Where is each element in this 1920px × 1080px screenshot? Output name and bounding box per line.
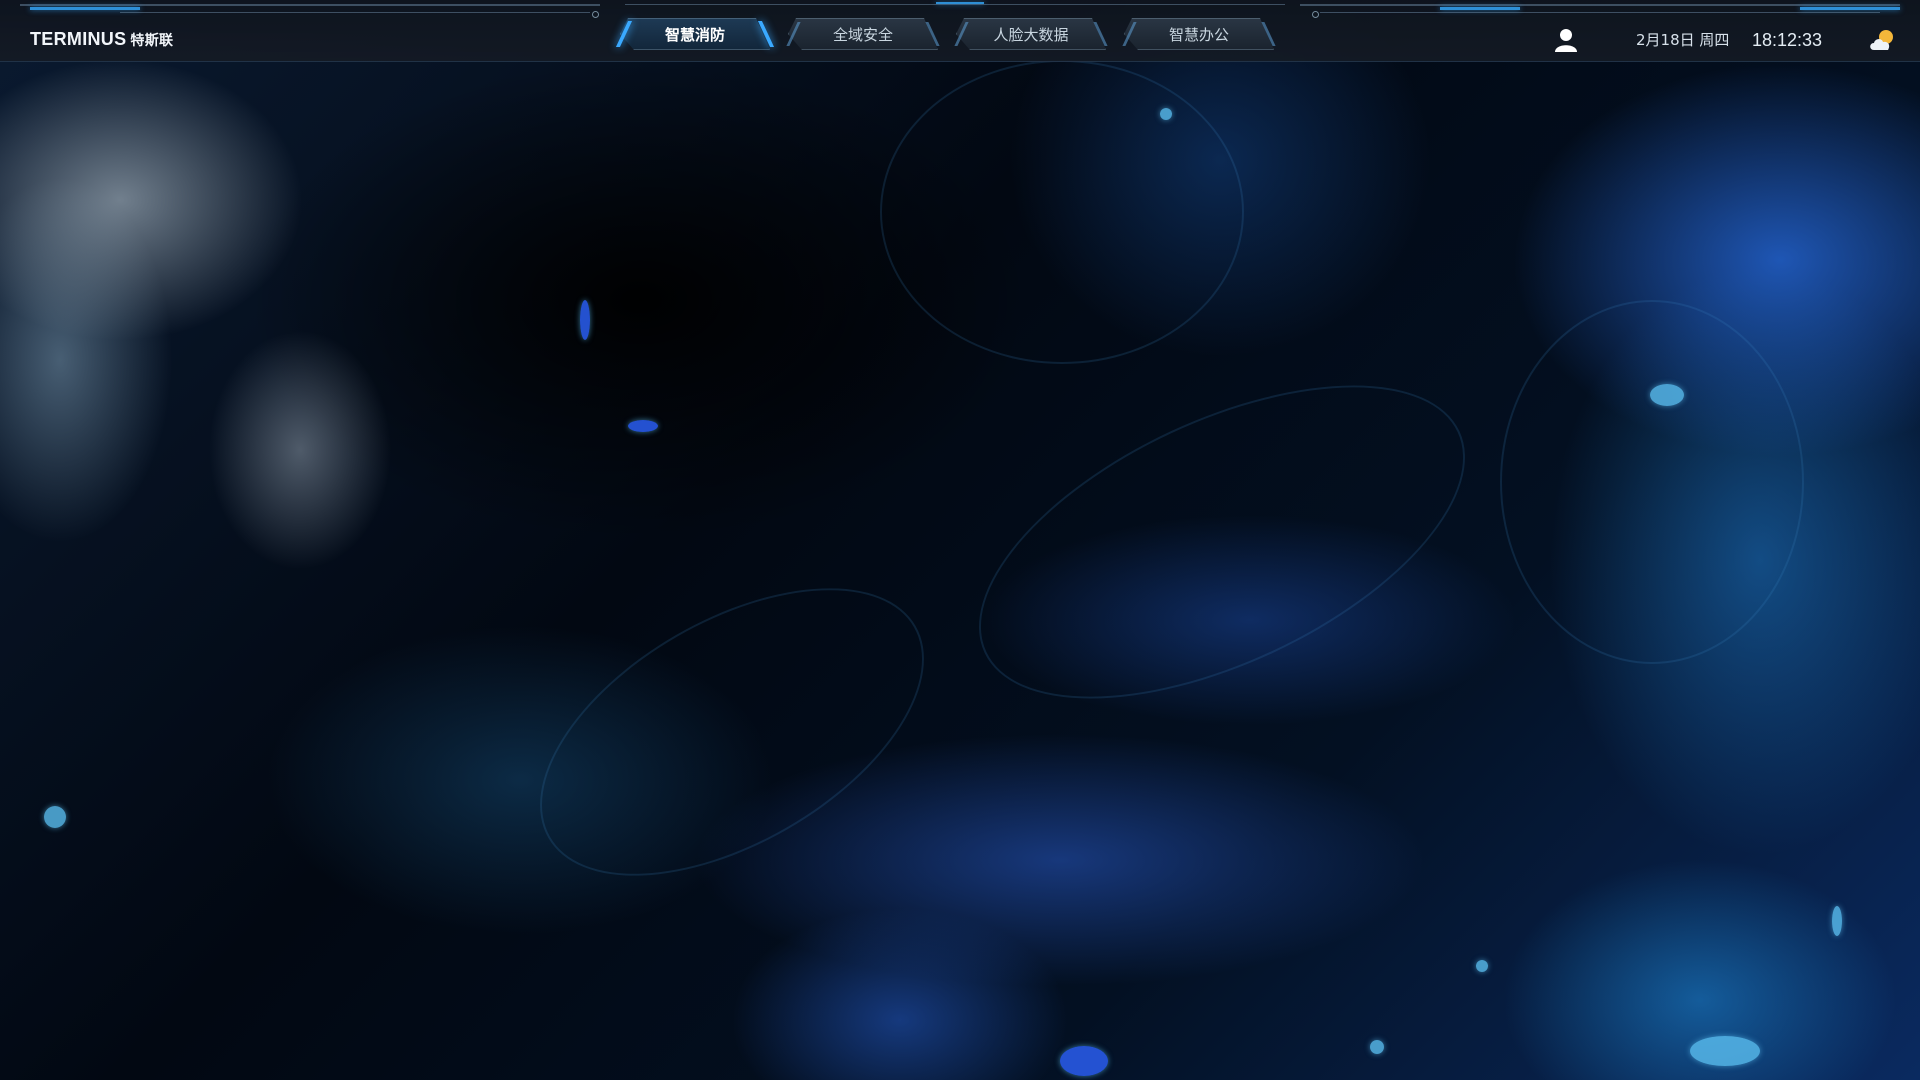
weather-icon-graphic xyxy=(1870,30,1893,50)
tab-label: 智慧办公 xyxy=(1168,25,1229,44)
background-speck xyxy=(580,300,590,340)
header-decor-accent xyxy=(1800,7,1900,10)
tab-label: 全域安全 xyxy=(832,25,893,44)
tab-smart-office[interactable]: 智慧办公 xyxy=(1122,18,1276,50)
background-fluid-art xyxy=(0,0,1920,1080)
header-decor-line xyxy=(1300,4,1900,6)
header-decor-line xyxy=(625,4,1285,5)
partly-cloudy-icon xyxy=(1868,28,1896,52)
background-speck xyxy=(1060,1046,1108,1076)
header-decor-accent xyxy=(936,2,984,4)
top-header-bar: TERMINUS 特斯联 智慧消防 全域安全 人脸大数据 智慧办公 2月18日 … xyxy=(0,0,1920,62)
user-icon-graphic xyxy=(1555,29,1577,52)
user-icon[interactable] xyxy=(1555,28,1577,52)
background-speck xyxy=(1160,108,1172,120)
main-nav: 智慧消防 全域安全 人脸大数据 智慧办公 xyxy=(615,18,1276,50)
header-decor-accent xyxy=(1440,7,1520,10)
header-date: 2月18日 周四 xyxy=(1636,31,1730,49)
background-speck xyxy=(1650,384,1684,406)
background-speck xyxy=(1370,1040,1384,1054)
tab-label: 智慧消防 xyxy=(664,25,725,44)
brand-name: TERMINUS xyxy=(30,29,127,49)
header-decor-accent xyxy=(30,7,140,10)
background-speck xyxy=(44,806,66,828)
header-decor-line xyxy=(20,4,600,6)
background-speck xyxy=(628,420,658,432)
tab-global-security[interactable]: 全域安全 xyxy=(786,18,940,50)
header-decor-dot xyxy=(592,11,599,18)
header-decor-dot xyxy=(1312,11,1319,18)
header-decor-line xyxy=(1320,12,1880,13)
background-speck xyxy=(1690,1036,1760,1066)
tab-face-big-data[interactable]: 人脸大数据 xyxy=(954,18,1108,50)
tab-label: 人脸大数据 xyxy=(993,25,1069,44)
brand-logo: TERMINUS 特斯联 xyxy=(30,29,173,50)
background-speck xyxy=(1476,960,1488,972)
header-time: 18:12:33 xyxy=(1752,30,1823,50)
brand-name-cn: 特斯联 xyxy=(130,33,174,49)
background-speck xyxy=(1832,906,1842,936)
dashboard-screen: TERMINUS 特斯联 智慧消防 全域安全 人脸大数据 智慧办公 2月18日 … xyxy=(0,0,1920,1080)
tab-smart-fire[interactable]: 智慧消防 xyxy=(615,18,775,50)
header-decor-line xyxy=(120,12,590,13)
